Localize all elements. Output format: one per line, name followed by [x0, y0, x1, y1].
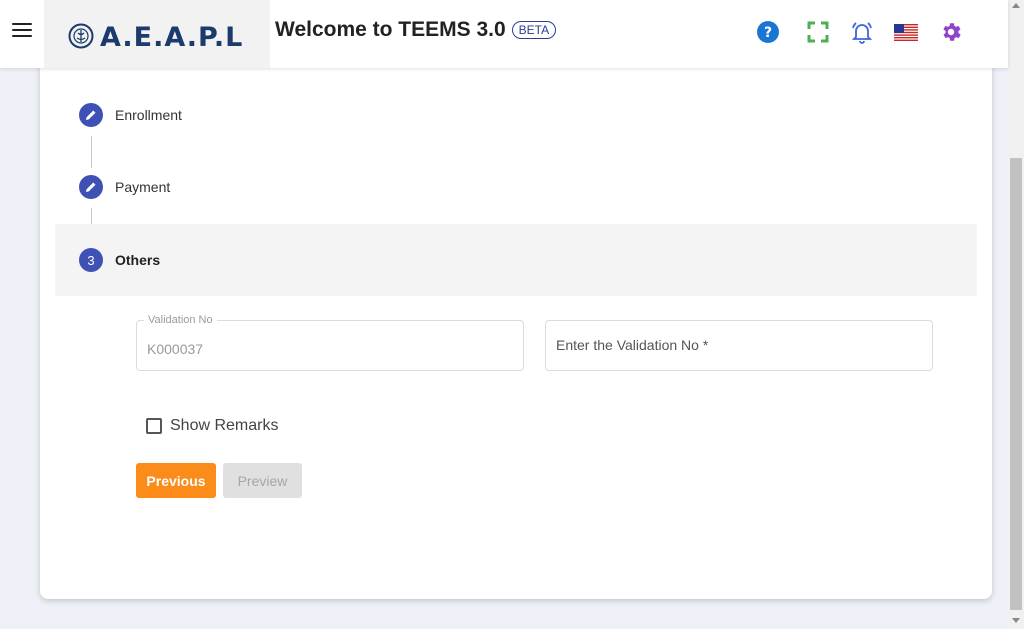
bell-icon[interactable]	[849, 19, 875, 45]
validation-no-label: Validation No	[144, 314, 217, 326]
scroll-up-arrow-icon[interactable]	[1012, 3, 1020, 8]
welcome-text: Welcome to TEEMS 3.0	[275, 18, 506, 41]
step-number-badge: 3	[79, 248, 103, 272]
step-enrollment[interactable]: Enrollment	[55, 79, 977, 151]
hamburger-menu-icon[interactable]	[10, 20, 34, 40]
main-card: Enrollment Payment 3 Others Validation N…	[40, 40, 992, 599]
gear-icon[interactable]	[938, 19, 964, 45]
step-others[interactable]: 3 Others	[55, 224, 977, 296]
us-flag-icon[interactable]	[893, 19, 919, 45]
show-remarks-label: Show Remarks	[170, 417, 279, 434]
step-label: Others	[115, 252, 161, 268]
show-remarks-toggle[interactable]: Show Remarks	[146, 417, 278, 435]
previous-button[interactable]: Previous	[136, 463, 216, 498]
step-payment[interactable]: Payment	[55, 151, 977, 223]
enter-validation-no-input[interactable]	[556, 337, 921, 353]
scroll-down-arrow-icon[interactable]	[1012, 618, 1020, 623]
validation-no-value: K000037	[147, 341, 204, 357]
page-title: Welcome to TEEMS 3.0 BETA	[275, 18, 557, 42]
preview-button[interactable]: Preview	[223, 463, 302, 498]
logo-emblem-icon	[68, 23, 94, 49]
app-header: A.E.A.P.L Welcome to TEEMS 3.0 BETA ?	[0, 0, 1008, 68]
svg-text:?: ?	[764, 25, 772, 41]
logo-text: A.E.A.P.L	[100, 21, 244, 53]
scrollbar-thumb[interactable]	[1010, 158, 1022, 610]
help-icon[interactable]: ?	[755, 19, 781, 45]
beta-badge: BETA	[511, 21, 557, 39]
enter-validation-no-field[interactable]	[545, 320, 933, 371]
step-label: Payment	[115, 179, 171, 195]
edit-pencil-icon	[79, 175, 103, 199]
logo[interactable]: A.E.A.P.L	[44, 0, 270, 68]
edit-pencil-icon	[79, 103, 103, 127]
validation-no-field: Validation No K000037	[136, 314, 524, 371]
fullscreen-icon[interactable]	[805, 19, 831, 45]
show-remarks-checkbox[interactable]	[146, 418, 162, 434]
step-label: Enrollment	[115, 107, 182, 123]
